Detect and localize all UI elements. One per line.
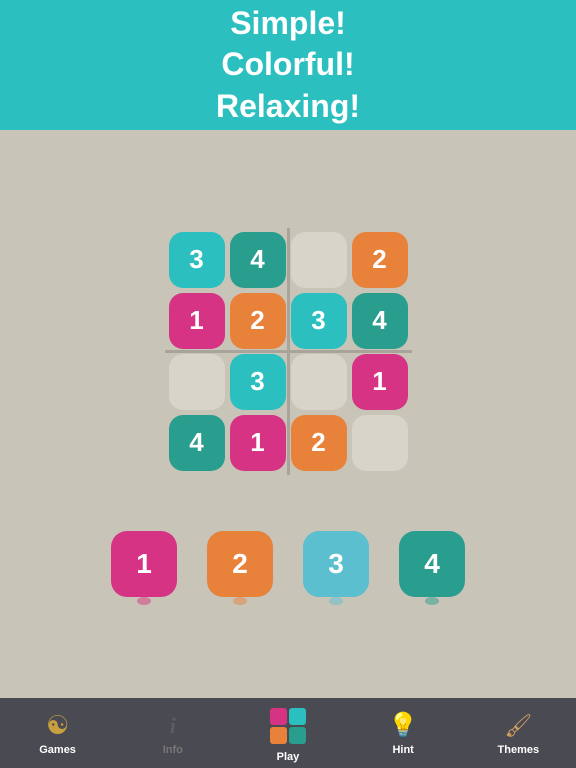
- puzzle-container[interactable]: 342123431412: [169, 232, 408, 471]
- main-content: 342123431412 1234: [0, 130, 576, 698]
- header-tagline: Simple! Colorful! Relaxing!: [216, 3, 360, 128]
- grid-cell-5[interactable]: 2: [230, 293, 286, 349]
- header: Simple! Colorful! Relaxing!: [0, 0, 576, 130]
- grid-cell-1[interactable]: 4: [230, 232, 286, 288]
- grid-cell-15[interactable]: [352, 415, 408, 471]
- games-icon: ☯: [43, 711, 73, 741]
- nav-games[interactable]: ☯ Games: [18, 711, 98, 756]
- play-dot-3: [289, 727, 306, 744]
- play-icon: [266, 704, 310, 748]
- nav-play-label: Play: [277, 751, 300, 763]
- grid-cell-6[interactable]: 3: [291, 293, 347, 349]
- hint-icon: 💡: [388, 711, 418, 741]
- grid-cell-7[interactable]: 4: [352, 293, 408, 349]
- themes-icon: 🖌: [503, 711, 533, 741]
- number-tile-2[interactable]: 2: [207, 531, 273, 597]
- grid-cell-9[interactable]: 3: [230, 354, 286, 410]
- grid-cell-2[interactable]: [291, 232, 347, 288]
- grid-cell-8[interactable]: [169, 354, 225, 410]
- nav-hint-label: Hint: [392, 744, 413, 756]
- grid-cell-4[interactable]: 1: [169, 293, 225, 349]
- grid-cell-11[interactable]: 1: [352, 354, 408, 410]
- grid-cell-0[interactable]: 3: [169, 232, 225, 288]
- puzzle-grid: 342123431412: [169, 232, 408, 471]
- nav-hint[interactable]: 💡 Hint: [363, 711, 443, 756]
- play-dot-2: [270, 727, 287, 744]
- play-dot-0: [270, 708, 287, 725]
- bottom-nav: ☯ Games i Info Play 💡 Hint 🖌 Themes: [0, 698, 576, 768]
- nav-info-label: Info: [163, 744, 183, 756]
- grid-cell-13[interactable]: 1: [230, 415, 286, 471]
- grid-cell-14[interactable]: 2: [291, 415, 347, 471]
- number-tile-4[interactable]: 4: [399, 531, 465, 597]
- nav-themes[interactable]: 🖌 Themes: [478, 711, 558, 756]
- number-tile-1[interactable]: 1: [111, 531, 177, 597]
- info-icon: i: [158, 711, 188, 741]
- nav-games-label: Games: [39, 744, 76, 756]
- nav-play[interactable]: Play: [248, 704, 328, 763]
- number-tile-3[interactable]: 3: [303, 531, 369, 597]
- play-dot-1: [289, 708, 306, 725]
- grid-cell-10[interactable]: [291, 354, 347, 410]
- grid-cell-12[interactable]: 4: [169, 415, 225, 471]
- nav-info[interactable]: i Info: [133, 711, 213, 756]
- grid-cell-3[interactable]: 2: [352, 232, 408, 288]
- nav-themes-label: Themes: [498, 744, 540, 756]
- number-tiles-row: 1234: [111, 531, 465, 597]
